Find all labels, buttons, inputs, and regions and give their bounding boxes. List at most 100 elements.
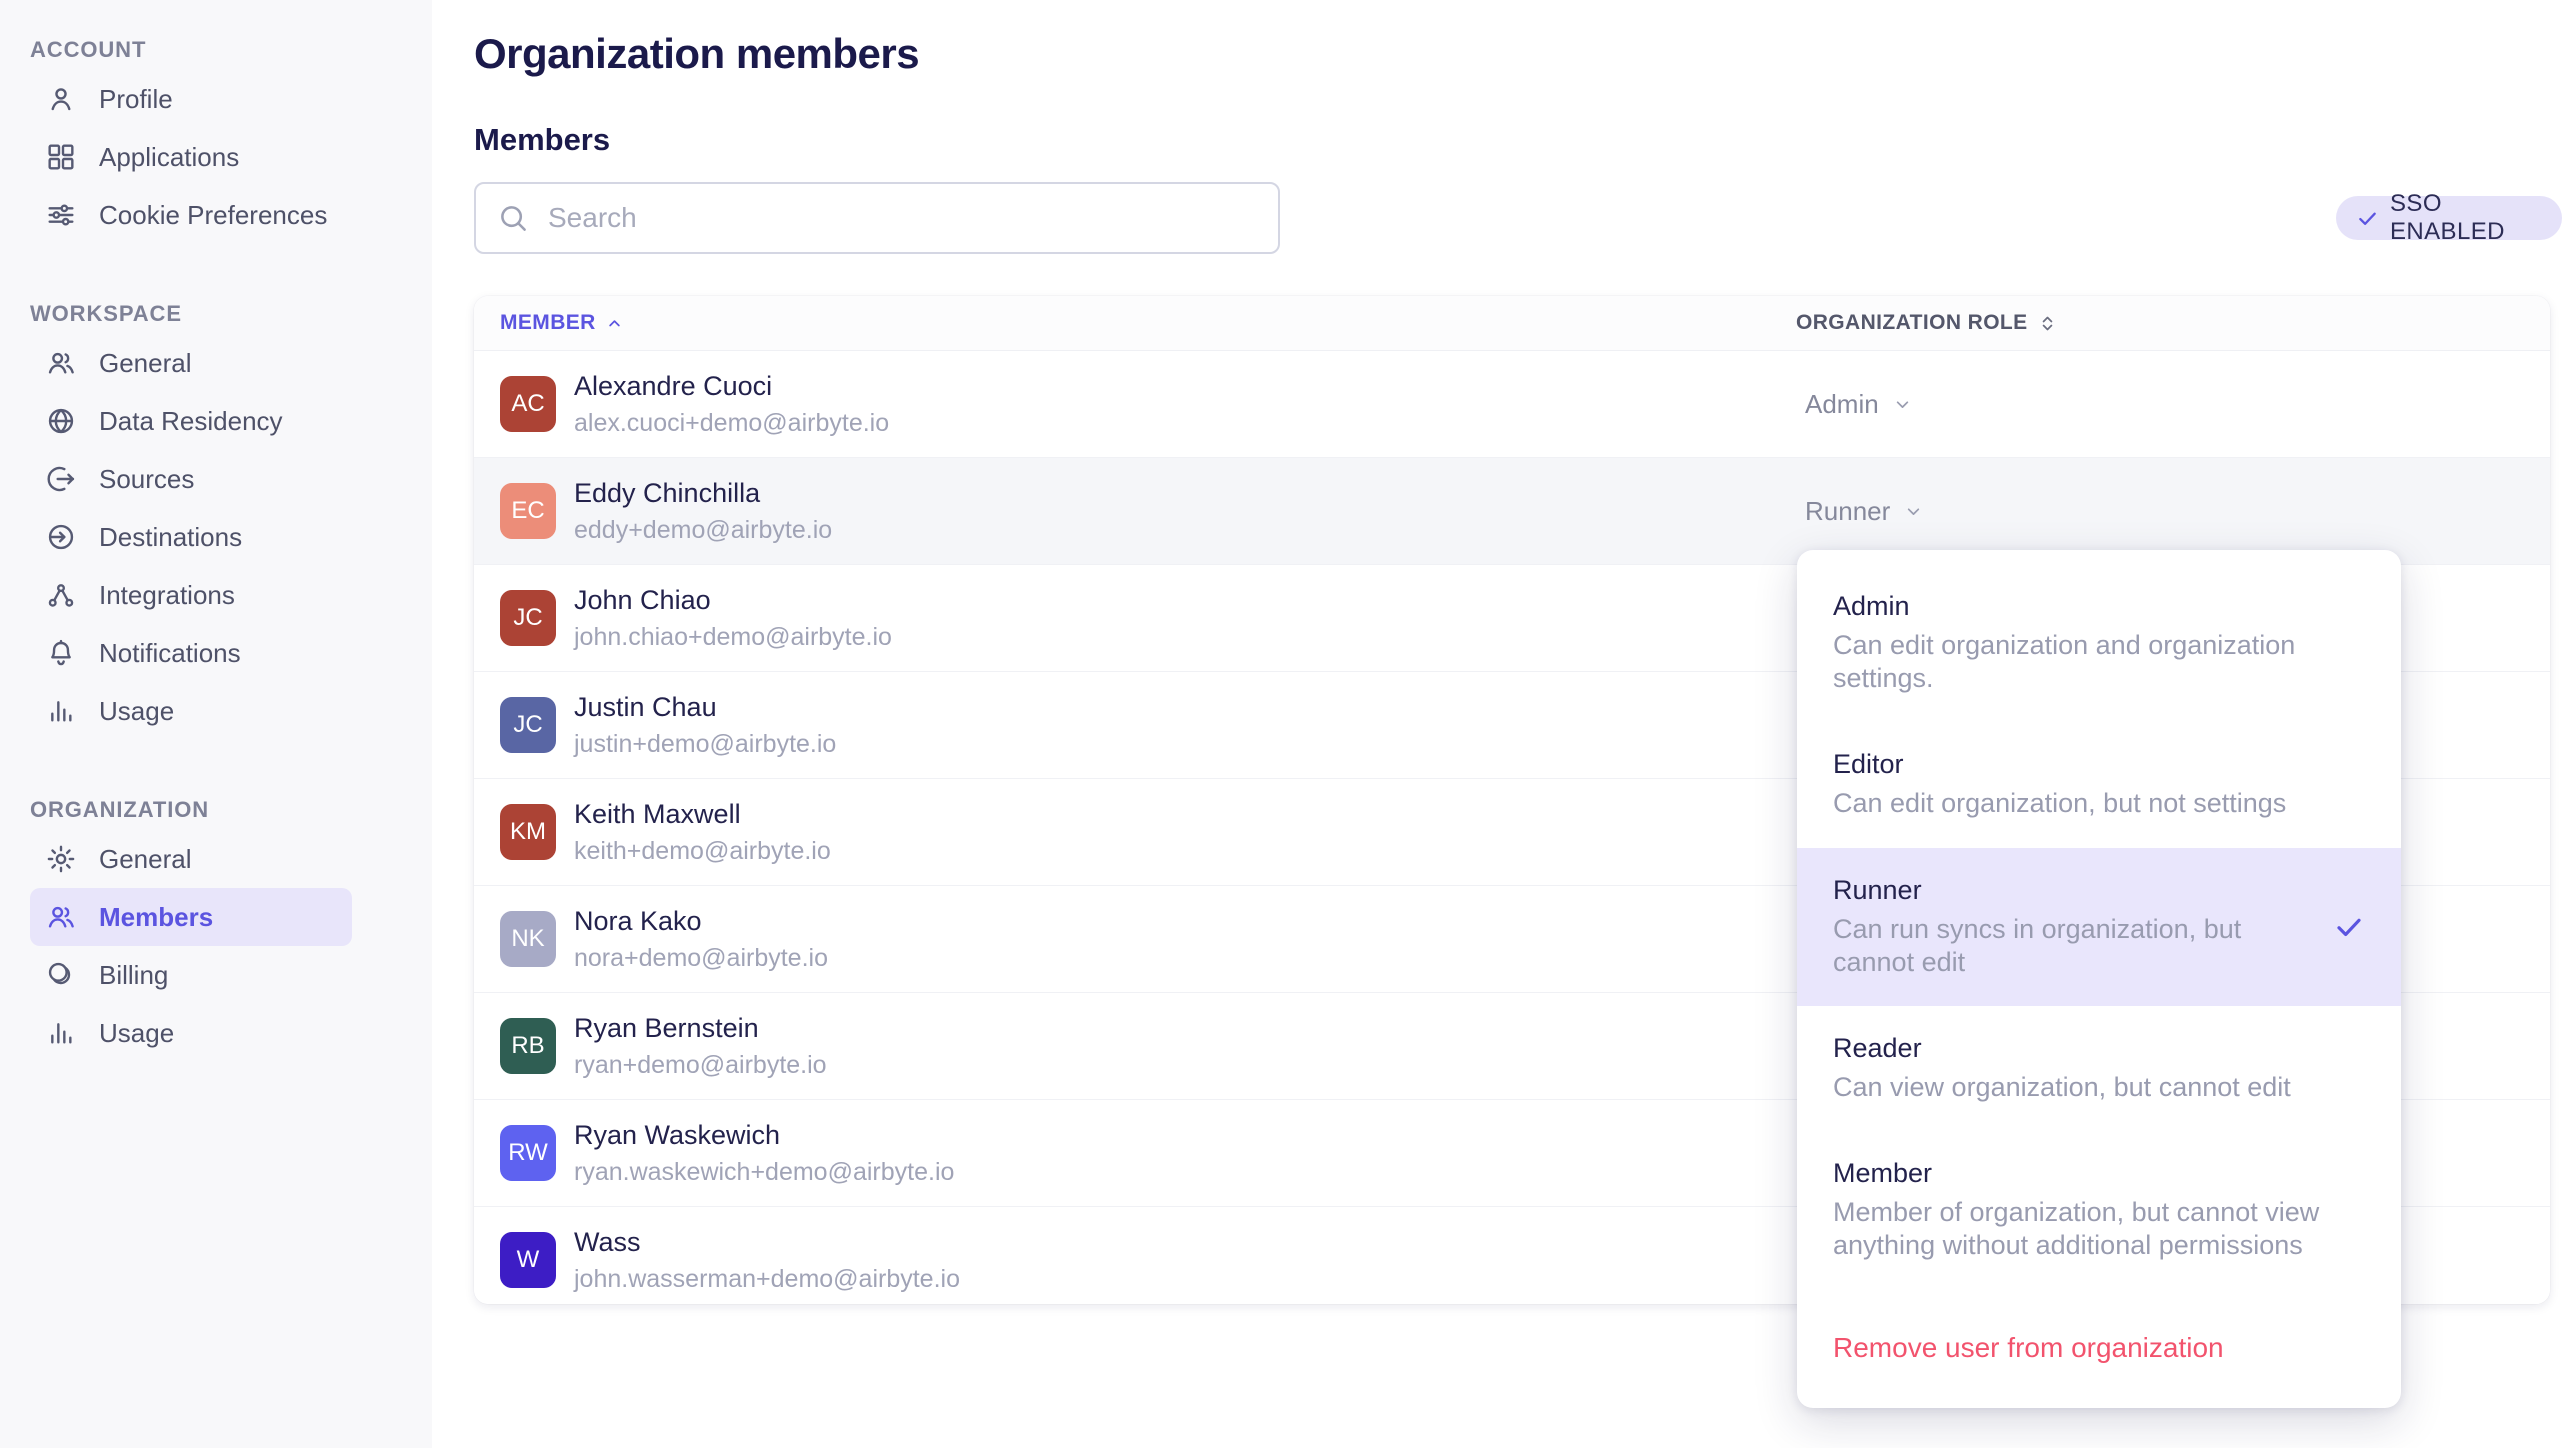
sidebar-item-label: Notifications	[99, 638, 241, 669]
member-name: Ryan Waskewich	[574, 1120, 954, 1151]
column-header-organization-role[interactable]: ORGANIZATION ROLE	[1796, 311, 2058, 335]
sidebar-section-workspace: WORKSPACE General Data Residency Sources	[30, 300, 432, 740]
chart-icon	[45, 695, 77, 727]
member-email: keith+demo@airbyte.io	[574, 837, 831, 866]
member-column-label: MEMBER	[500, 311, 596, 335]
avatar: EC	[500, 483, 556, 539]
source-icon	[45, 463, 77, 495]
member-email: eddy+demo@airbyte.io	[574, 516, 832, 545]
role-menu-item-text: Member Member of organization, but canno…	[1833, 1158, 2365, 1262]
sidebar-item-label: Usage	[99, 696, 174, 727]
avatar: AC	[500, 376, 556, 432]
selected-check-icon	[2333, 911, 2365, 943]
users-icon	[45, 347, 77, 379]
member-email: john.wasserman+demo@airbyte.io	[574, 1265, 960, 1294]
sidebar-item-organization-general[interactable]: General	[30, 830, 352, 888]
bell-icon	[45, 637, 77, 669]
role-menu-item-text: Reader Can view organization, but cannot…	[1833, 1033, 2365, 1104]
role-select[interactable]: Runner	[1805, 496, 1924, 527]
member-name: Eddy Chinchilla	[574, 478, 832, 509]
role-menu-item-title: Editor	[1833, 749, 2345, 780]
member-identity: Wass john.wasserman+demo@airbyte.io	[574, 1227, 960, 1294]
account-nav: Profile Applications Cookie Preferences	[30, 70, 432, 244]
table-header-row: MEMBER ORGANIZATION ROLE	[474, 296, 2550, 351]
users-icon	[45, 901, 77, 933]
remove-user-button[interactable]: Remove user from organization	[1797, 1290, 2401, 1408]
member-name: Wass	[574, 1227, 960, 1258]
sidebar-item-label: Cookie Preferences	[99, 200, 327, 231]
avatar-initials: NK	[511, 925, 544, 953]
avatar-initials: W	[517, 1246, 540, 1274]
member-email: ryan+demo@airbyte.io	[574, 1051, 827, 1080]
member-identity: Keith Maxwell keith+demo@airbyte.io	[574, 799, 831, 866]
member-identity: Justin Chau justin+demo@airbyte.io	[574, 692, 836, 759]
avatar: RB	[500, 1018, 556, 1074]
billing-icon	[45, 959, 77, 991]
role-menu-item-description: Can edit organization and organization s…	[1833, 629, 2345, 695]
column-header-member[interactable]: MEMBER	[500, 311, 624, 335]
member-name: Alexandre Cuoci	[574, 371, 889, 402]
sidebar-item-notifications[interactable]: Notifications	[30, 624, 352, 682]
member-email: ryan.waskewich+demo@airbyte.io	[574, 1158, 954, 1187]
sidebar-item-sources[interactable]: Sources	[30, 450, 352, 508]
avatar: NK	[500, 911, 556, 967]
search-input[interactable]	[546, 201, 1278, 235]
sidebar-item-members[interactable]: Members	[30, 888, 352, 946]
sidebar-item-workspace-usage[interactable]: Usage	[30, 682, 352, 740]
sort-icon	[2037, 313, 2058, 334]
member-identity: Eddy Chinchilla eddy+demo@airbyte.io	[574, 478, 832, 545]
section-label-account: ACCOUNT	[30, 36, 432, 64]
avatar-initials: RB	[511, 1032, 544, 1060]
sidebar-item-billing[interactable]: Billing	[30, 946, 352, 1004]
sidebar-item-applications[interactable]: Applications	[30, 128, 352, 186]
role-value: Runner	[1805, 496, 1890, 527]
avatar-initials: AC	[511, 390, 544, 418]
section-label-workspace: WORKSPACE	[30, 300, 432, 328]
sidebar-item-profile[interactable]: Profile	[30, 70, 352, 128]
role-menu-item[interactable]: Editor Can edit organization, but not se…	[1797, 722, 2401, 847]
role-menu-item-title: Admin	[1833, 591, 2345, 622]
sidebar-item-destinations[interactable]: Destinations	[30, 508, 352, 566]
member-identity: John Chiao john.chiao+demo@airbyte.io	[574, 585, 892, 652]
page-title: Organization members	[474, 30, 919, 78]
check-icon	[2356, 207, 2379, 230]
chevron-down-icon	[1892, 394, 1913, 415]
avatar-initials: RW	[508, 1139, 548, 1167]
sidebar-item-integrations[interactable]: Integrations	[30, 566, 352, 624]
member-email: justin+demo@airbyte.io	[574, 730, 836, 759]
role-menu-item-description: Can view organization, but cannot edit	[1833, 1071, 2345, 1104]
sidebar-section-account: ACCOUNT Profile Applications Cookie Pref…	[30, 36, 432, 244]
role-menu-item-description: Member of organization, but cannot view …	[1833, 1196, 2345, 1262]
members-section-title: Members	[474, 122, 610, 158]
settings-sidebar: ACCOUNT Profile Applications Cookie Pref…	[0, 0, 432, 1448]
avatar: KM	[500, 804, 556, 860]
avatar: RW	[500, 1125, 556, 1181]
role-menu-item[interactable]: Admin Can edit organization and organiza…	[1797, 564, 2401, 722]
role-select[interactable]: Admin	[1805, 389, 1913, 420]
member-name: Nora Kako	[574, 906, 828, 937]
member-identity: Alexandre Cuoci alex.cuoci+demo@airbyte.…	[574, 371, 889, 438]
sidebar-item-data-residency[interactable]: Data Residency	[30, 392, 352, 450]
sidebar-item-label: Sources	[99, 464, 194, 495]
main-content: Organization members Members SSO ENABLED…	[432, 0, 2562, 1448]
role-menu-items: Admin Can edit organization and organiza…	[1797, 564, 2401, 1290]
search-icon	[496, 201, 530, 235]
avatar-initials: JC	[513, 604, 542, 632]
avatar: W	[500, 1232, 556, 1288]
sidebar-item-organization-usage[interactable]: Usage	[30, 1004, 352, 1062]
role-menu-item[interactable]: Runner Can run syncs in organization, bu…	[1797, 848, 2401, 1006]
globe-icon	[45, 405, 77, 437]
sidebar-item-workspace-general[interactable]: General	[30, 334, 352, 392]
chevron-down-icon	[1903, 501, 1924, 522]
search-box	[474, 182, 1280, 254]
role-menu-item[interactable]: Reader Can view organization, but cannot…	[1797, 1006, 2401, 1131]
chart-icon	[45, 1017, 77, 1049]
sidebar-item-cookie-preferences[interactable]: Cookie Preferences	[30, 186, 352, 244]
user-icon	[45, 83, 77, 115]
workspace-nav: General Data Residency Sources Destinati…	[30, 334, 432, 740]
table-row: EC Eddy Chinchilla eddy+demo@airbyte.io …	[474, 458, 2550, 565]
sliders-icon	[45, 199, 77, 231]
sidebar-item-label: General	[99, 844, 192, 875]
role-menu-item[interactable]: Member Member of organization, but canno…	[1797, 1131, 2401, 1289]
sidebar-item-label: Usage	[99, 1018, 174, 1049]
